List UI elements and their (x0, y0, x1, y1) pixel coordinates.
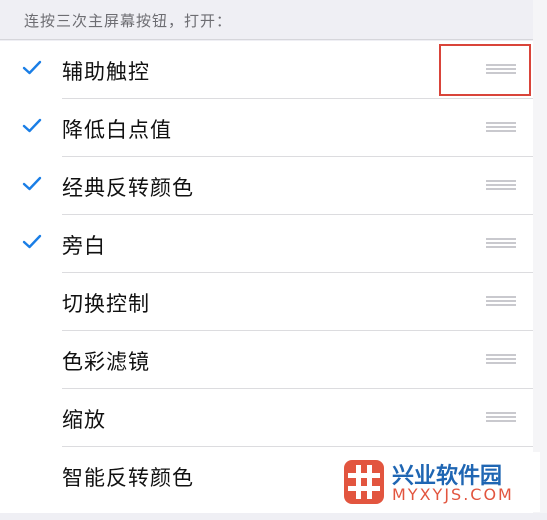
page-bottom-strip (0, 513, 547, 520)
list-item-classic-invert[interactable]: 经典反转颜色 (0, 157, 533, 215)
watermark-url: MYXYJS.COM (392, 485, 514, 504)
checkmark-icon (22, 118, 42, 133)
checkmark-icon (22, 60, 42, 75)
reorder-grip-icon[interactable] (486, 296, 516, 308)
list-item-label: 缩放 (62, 408, 106, 432)
checkmark-icon (22, 176, 42, 191)
list-item-label: 旁白 (62, 234, 106, 258)
list-item-label: 降低白点值 (62, 118, 172, 142)
watermark-logo-icon (344, 460, 384, 504)
highlight-annotation-box (439, 44, 531, 96)
section-header: 连按三次主屏幕按钮，打开： (0, 0, 533, 40)
reorder-grip-icon[interactable] (486, 354, 516, 366)
checkmark-icon (22, 234, 42, 249)
list-item-color-filters[interactable]: 色彩滤镜 (0, 331, 533, 389)
reorder-grip-icon[interactable] (486, 412, 516, 424)
section-header-text: 连按三次主屏幕按钮，打开： (24, 12, 233, 30)
list-item-zoom[interactable]: 缩放 (0, 389, 533, 447)
reorder-grip-icon[interactable] (486, 122, 516, 134)
list-item-label: 智能反转颜色 (62, 466, 194, 490)
reorder-grip-icon[interactable] (486, 238, 516, 250)
watermark: 兴业软件园 MYXYJS.COM (340, 452, 540, 512)
list-item-label: 切换控制 (62, 292, 150, 316)
list-item-label: 经典反转颜色 (62, 176, 194, 200)
list-item-voiceover[interactable]: 旁白 (0, 215, 533, 273)
shortcut-options-list: 辅助触控 降低白点值 经典反转颜色 旁白 切换控制 色彩滤镜 缩放 智能反转颜色 (0, 41, 533, 513)
page-edge (533, 0, 547, 520)
reorder-grip-icon[interactable] (486, 180, 516, 192)
list-item-label: 辅助触控 (62, 60, 150, 84)
list-item-switch-control[interactable]: 切换控制 (0, 273, 533, 331)
list-item-reduce-white-point[interactable]: 降低白点值 (0, 99, 533, 157)
list-item-label: 色彩滤镜 (62, 350, 150, 374)
